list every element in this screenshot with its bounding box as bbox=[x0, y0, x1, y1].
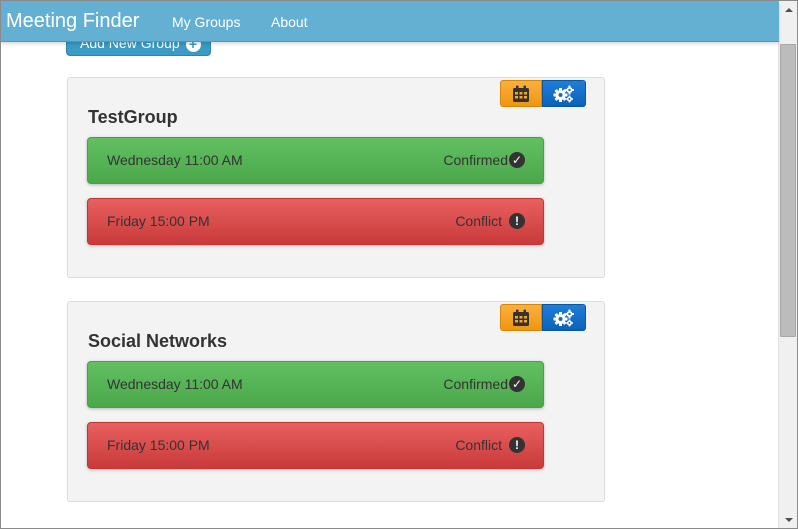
gears-icon bbox=[553, 85, 574, 102]
arrow-down-icon bbox=[784, 517, 793, 522]
meeting-status-label: Conflict bbox=[455, 213, 502, 229]
meeting-time: Friday 15:00 PM bbox=[107, 213, 210, 229]
check-circle-icon: ✓ bbox=[509, 152, 525, 168]
meeting-time: Wednesday 11:00 AM bbox=[107, 152, 243, 168]
navbar: Meeting Finder My Groups About bbox=[1, 1, 779, 42]
exclamation-circle-icon: ! bbox=[509, 437, 525, 453]
exclamation-circle-icon: ! bbox=[509, 213, 525, 229]
meeting-item-conflict[interactable]: Friday 15:00 PM Conflict ! bbox=[87, 198, 544, 245]
meeting-item-conflict[interactable]: Friday 15:00 PM Conflict ! bbox=[87, 422, 544, 469]
arrow-up-icon bbox=[784, 7, 793, 12]
meeting-status: Conflict ! bbox=[455, 437, 525, 453]
meeting-time: Wednesday 11:00 AM bbox=[107, 376, 243, 392]
scroll-down-button[interactable] bbox=[779, 511, 797, 528]
vertical-scrollbar[interactable] bbox=[778, 1, 797, 528]
meeting-item-confirmed[interactable]: Wednesday 11:00 AM Confirmed ✓ bbox=[87, 137, 544, 184]
scroll-up-button[interactable] bbox=[779, 1, 797, 18]
nav-my-groups[interactable]: My Groups bbox=[172, 14, 240, 30]
brand-title[interactable]: Meeting Finder bbox=[6, 10, 139, 33]
meeting-status-label: Conflict bbox=[455, 437, 502, 453]
scrollbar-thumb[interactable] bbox=[780, 44, 796, 337]
group-title: Social Networks bbox=[88, 331, 228, 351]
settings-button[interactable] bbox=[542, 80, 586, 107]
group-panel: TestGroup Wednesday 11:00 AM Confirmed ✓… bbox=[67, 77, 605, 278]
meeting-item-confirmed[interactable]: Wednesday 11:00 AM Confirmed ✓ bbox=[87, 361, 544, 408]
meeting-status: Confirmed ✓ bbox=[443, 376, 525, 392]
nav-about[interactable]: About bbox=[271, 14, 308, 30]
group-panel: Social Networks Wednesday 11:00 AM Confi… bbox=[67, 301, 605, 502]
calendar-button[interactable] bbox=[500, 304, 542, 331]
meeting-status: Confirmed ✓ bbox=[443, 152, 525, 168]
meeting-status-label: Confirmed bbox=[443, 152, 508, 168]
meeting-status: Conflict ! bbox=[455, 213, 525, 229]
calendar-icon bbox=[513, 309, 529, 326]
group-title: TestGroup bbox=[88, 107, 178, 127]
meeting-time: Friday 15:00 PM bbox=[107, 437, 210, 453]
settings-button[interactable] bbox=[542, 304, 586, 331]
calendar-button[interactable] bbox=[500, 80, 542, 107]
check-circle-icon: ✓ bbox=[509, 376, 525, 392]
calendar-icon bbox=[513, 85, 529, 102]
browser-window: Add New Group + Meeting Finder My Groups… bbox=[0, 0, 798, 529]
gears-icon bbox=[553, 309, 574, 326]
meeting-status-label: Confirmed bbox=[443, 376, 508, 392]
